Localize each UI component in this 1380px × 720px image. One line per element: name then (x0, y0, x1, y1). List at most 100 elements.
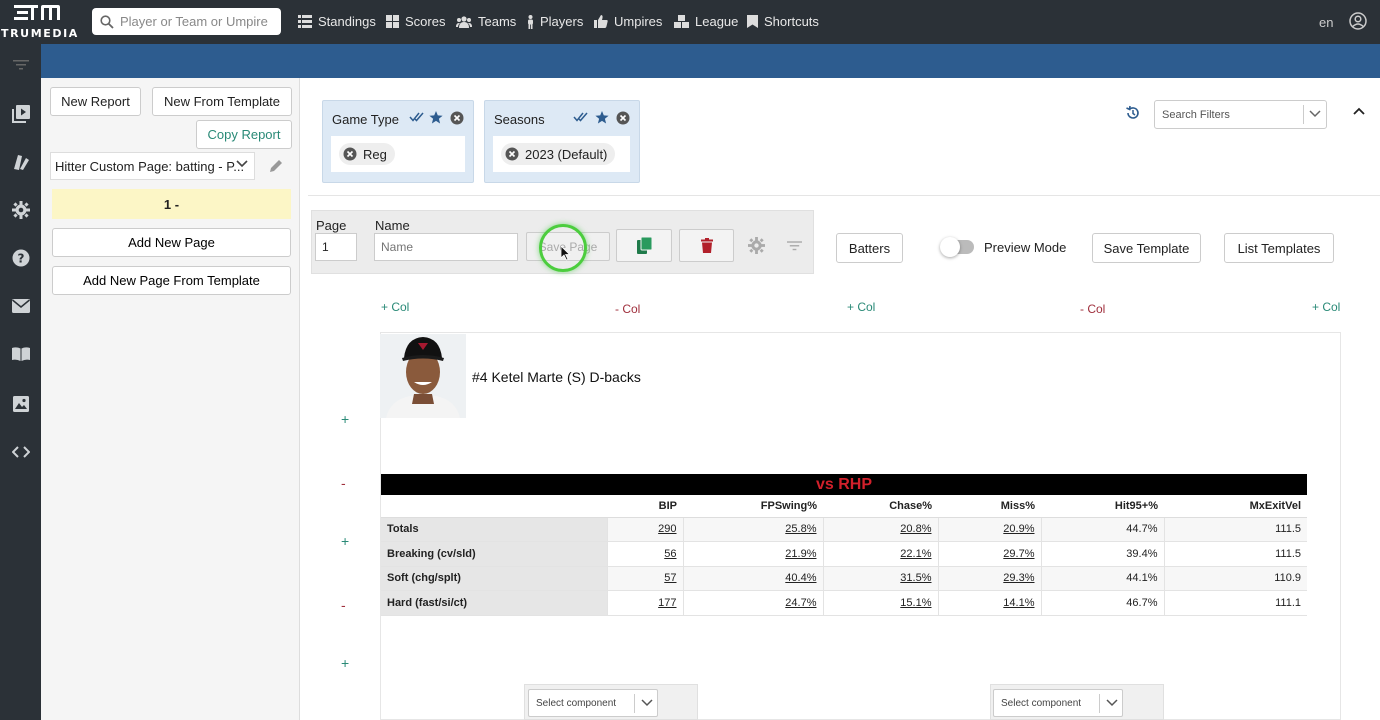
filter-values: 2023 (Default) (493, 136, 630, 172)
nav-league[interactable]: League (674, 14, 738, 29)
book-open-icon[interactable] (11, 344, 31, 364)
column-header[interactable]: BIP (607, 495, 683, 518)
table-cell-link[interactable]: 290 (606, 517, 683, 542)
add-column-button[interactable]: + Col (1312, 300, 1340, 314)
images-icon[interactable] (11, 394, 31, 414)
table-cell-link[interactable]: 20.8% (822, 517, 938, 542)
save-template-button[interactable]: Save Template (1092, 233, 1201, 263)
nav-scores[interactable]: Scores (386, 14, 445, 29)
add-column-button[interactable]: + Col (847, 300, 875, 314)
add-row-button[interactable]: + (341, 655, 349, 671)
add-new-page-button[interactable]: Add New Page (52, 228, 291, 257)
chevron-up-icon[interactable] (1353, 107, 1365, 115)
add-row-button[interactable]: + (341, 533, 349, 549)
gear-icon[interactable] (11, 200, 31, 220)
copy-page-button[interactable] (616, 229, 672, 262)
global-search[interactable] (92, 8, 281, 35)
page-name-input[interactable] (374, 233, 518, 261)
remove-circle-icon[interactable] (616, 111, 630, 125)
table-cell-link[interactable]: 20.9% (937, 517, 1041, 542)
mouse-cursor-icon (561, 246, 571, 261)
double-check-icon[interactable] (409, 111, 425, 123)
remove-column-button[interactable]: - Col (1080, 302, 1105, 316)
language-selector[interactable]: en (1319, 15, 1333, 30)
table-cell-link[interactable]: 56 (606, 541, 683, 567)
mail-icon[interactable] (11, 296, 31, 316)
column-header[interactable]: Chase% (823, 495, 938, 518)
remove-circle-icon[interactable] (450, 111, 464, 125)
nav-shortcuts[interactable]: Shortcuts (747, 14, 819, 29)
table-cell-link[interactable]: 40.4% (682, 566, 823, 591)
chip-remove-icon[interactable] (505, 147, 519, 161)
select-component-dropdown[interactable]: Select component (993, 689, 1123, 717)
gear-icon[interactable] (748, 237, 765, 254)
chevron-down-icon (236, 160, 248, 168)
table-cell-link[interactable]: 24.7% (682, 590, 823, 616)
table-cell: 111.5 (1163, 541, 1307, 567)
star-icon[interactable] (429, 111, 443, 124)
add-row-button[interactable]: + (341, 411, 349, 427)
code-icon[interactable] (11, 442, 31, 462)
table-cell-link[interactable]: 15.1% (822, 590, 938, 616)
swatch-book-icon[interactable] (11, 152, 31, 172)
trumedia-logo[interactable]: TRUMEDIA (0, 0, 82, 44)
batters-button[interactable]: Batters (836, 233, 903, 263)
top-nav: TRUMEDIA Standings Scores Teams Players … (0, 0, 1380, 44)
help-icon[interactable]: ? (11, 248, 31, 268)
select-component-placeholder: Select component (1001, 697, 1082, 709)
table-cell-link[interactable]: 21.9% (682, 541, 823, 567)
new-from-template-button[interactable]: New From Template (152, 87, 292, 116)
cubes-icon (674, 15, 689, 28)
filter-lines-icon[interactable] (787, 241, 802, 251)
nav-teams[interactable]: Teams (456, 14, 516, 29)
list-templates-button[interactable]: List Templates (1224, 233, 1334, 263)
table-cell-link[interactable]: 177 (606, 590, 683, 616)
filter-card-game-type: Game Type Reg (322, 100, 474, 183)
copy-report-button[interactable]: Copy Report (196, 120, 292, 149)
table-cell-link[interactable]: 14.1% (937, 590, 1041, 616)
pencil-icon[interactable] (268, 158, 284, 174)
report-select[interactable]: Hitter Custom Page: batting - P... (50, 152, 255, 180)
search-filters-select[interactable]: Search Filters (1154, 100, 1327, 129)
remove-column-button[interactable]: - Col (615, 302, 640, 316)
double-check-icon[interactable] (573, 111, 589, 123)
table-cell-link[interactable]: 29.3% (937, 566, 1041, 591)
page-list-item[interactable]: 1 - (52, 189, 291, 219)
filter-chip[interactable]: 2023 (Default) (501, 143, 616, 165)
table-cell-link[interactable]: 22.1% (822, 541, 938, 567)
stats-table-title: vs RHP (381, 474, 1307, 495)
history-icon[interactable] (1125, 105, 1141, 121)
add-new-page-from-template-button[interactable]: Add New Page From Template (52, 266, 291, 295)
add-column-button[interactable]: + Col (381, 300, 409, 314)
remove-row-button[interactable]: - (341, 475, 346, 491)
filter-chip-label: Reg (363, 146, 387, 162)
column-header[interactable]: MxExitVel (1164, 495, 1307, 518)
nav-players[interactable]: Players (527, 14, 583, 29)
video-library-icon[interactable] (11, 104, 31, 124)
page-number-input[interactable]: 1 (315, 233, 357, 261)
chip-remove-icon[interactable] (343, 147, 357, 161)
nav-umpires[interactable]: Umpires (594, 14, 662, 29)
user-account-icon[interactable] (1349, 12, 1367, 30)
table-cell-link[interactable]: 31.5% (822, 566, 938, 591)
delete-page-button[interactable] (679, 229, 734, 262)
search-input[interactable] (120, 14, 270, 29)
nav-teams-label: Teams (478, 14, 517, 29)
preview-mode-toggle[interactable] (940, 237, 974, 257)
column-header[interactable]: Hit95+% (1041, 495, 1164, 518)
new-report-button[interactable]: New Report (50, 87, 141, 116)
table-cell-link[interactable]: 29.7% (937, 541, 1041, 567)
select-component-dropdown[interactable]: Select component (528, 689, 658, 717)
table-cell-link[interactable]: 25.8% (682, 517, 823, 542)
filter-lines-icon[interactable] (13, 60, 29, 70)
column-header[interactable]: FPSwing% (683, 495, 823, 518)
remove-row-button[interactable]: - (341, 597, 346, 613)
column-header[interactable]: Miss% (938, 495, 1041, 518)
star-icon[interactable] (595, 111, 609, 124)
column-header[interactable] (381, 495, 607, 518)
chevron-down-icon (641, 699, 653, 707)
filter-card-seasons: Seasons 2023 (Default) (484, 100, 640, 183)
table-cell-link[interactable]: 57 (606, 566, 683, 591)
nav-standings[interactable]: Standings (298, 14, 376, 29)
filter-chip[interactable]: Reg (339, 143, 395, 165)
